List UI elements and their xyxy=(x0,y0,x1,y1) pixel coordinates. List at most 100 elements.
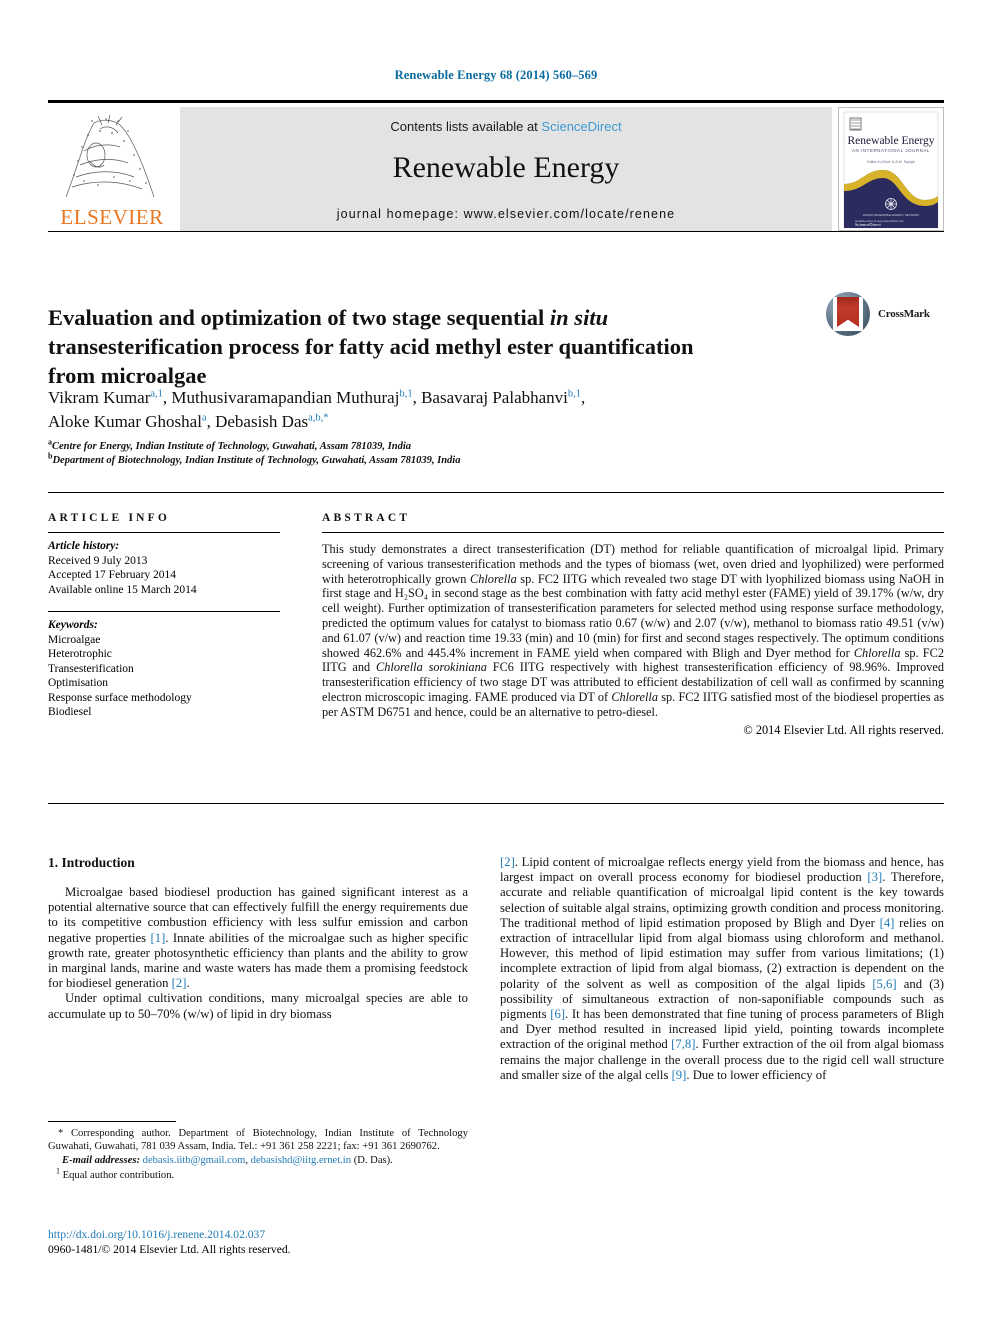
masthead-center-panel: Contents lists available at ScienceDirec… xyxy=(180,107,832,231)
keyword-item: Transesterification xyxy=(48,662,134,675)
author-affil-marker[interactable]: a,1 xyxy=(150,388,163,400)
elsevier-wordmark: ELSEVIER xyxy=(60,205,164,229)
intro-paragraph-2-continued: [2]. Lipid content of microalgae reflect… xyxy=(500,855,944,1083)
keywords-label: Keywords: xyxy=(48,619,98,631)
abstract-body: This study demonstrates a direct transes… xyxy=(322,542,944,720)
abstract-copyright: © 2014 Elsevier Ltd. All rights reserved… xyxy=(743,722,944,737)
affiliation-list: aCentre for Energy, Indian Institute of … xyxy=(48,438,808,468)
citation-ref[interactable]: [2] xyxy=(500,855,515,869)
citation-ref[interactable]: [7,8] xyxy=(671,1037,695,1051)
citation-ref[interactable]: [9] xyxy=(672,1068,687,1082)
citation-ref[interactable]: [4] xyxy=(880,916,895,930)
keyword-item: Microalgae xyxy=(48,633,101,646)
affiliation-text: Centre for Energy, Indian Institute of T… xyxy=(52,441,412,452)
author-sep: , xyxy=(581,388,586,407)
abstract-column: ABSTRACT This study demonstrates a direc… xyxy=(322,512,944,738)
keyword-item: Biodiesel xyxy=(48,706,92,718)
affiliation-item: aCentre for Energy, Indian Institute of … xyxy=(48,438,808,454)
journal-masthead: ELSEVIER Contents lists available at Sci… xyxy=(48,100,944,232)
footnote-separator-rule xyxy=(48,1121,176,1122)
body-column-left: 1. Introduction Microalgae based biodies… xyxy=(48,855,468,1022)
author-name: Vikram Kumar xyxy=(48,388,151,407)
intro-paragraph-1: Microalgae based biodiesel production ha… xyxy=(48,885,468,991)
article-history-item: Received 9 July 2013 xyxy=(48,554,148,567)
article-info-rule xyxy=(48,532,280,533)
email-link-1[interactable]: debasis.iitb@gmail.com xyxy=(143,1155,246,1166)
section-heading-introduction: 1. Introduction xyxy=(48,855,135,870)
keywords-rule xyxy=(48,611,280,612)
svg-text:AN INTERNATIONAL JOURNAL: AN INTERNATIONAL JOURNAL xyxy=(852,148,930,153)
abstract-italic-species: Chlorella xyxy=(470,571,517,586)
citation-ref[interactable]: [6] xyxy=(550,1007,565,1021)
paragraph-text: Under optimal cultivation conditions, ma… xyxy=(48,991,468,1021)
author-name: Debasish Das xyxy=(215,412,309,431)
abstract-italic-species: Chlorella xyxy=(853,645,901,660)
author-name: Muthusivaramapandian Muthuraj xyxy=(171,388,400,407)
keyword-item: Heterotrophic xyxy=(48,648,112,660)
elsevier-tree-icon xyxy=(54,111,166,199)
crossmark-circle-icon xyxy=(826,292,870,336)
article-info-column: ARTICLE INFO Article history: Received 9… xyxy=(48,512,280,720)
sciencedirect-link[interactable]: ScienceDirect xyxy=(541,119,621,134)
email-link-2[interactable]: debasishd@iitg.ernet.in xyxy=(251,1155,351,1166)
doi-link[interactable]: http://dx.doi.org/10.1016/j.renene.2014.… xyxy=(48,1228,468,1243)
citation-ref[interactable]: [2] xyxy=(172,976,187,990)
author-name: Basavaraj Palabhanvi xyxy=(421,388,568,407)
abstract-heading: ABSTRACT xyxy=(322,512,411,524)
title-segment-1: Evaluation and optimization of two stage… xyxy=(48,305,550,331)
abstract-rule xyxy=(322,532,944,533)
body-column-right: [2]. Lipid content of microalgae reflect… xyxy=(500,855,944,1083)
email-addresses-label: E-mail addresses: xyxy=(62,1155,140,1167)
svg-text:Editor-in-Chief: A.A.M. Sayigh: Editor-in-Chief: A.A.M. Sayigh xyxy=(867,160,915,164)
equal-contribution-note: 1 Equal author contribution. xyxy=(48,1166,468,1182)
article-history-item: Available online 15 March 2014 xyxy=(48,583,197,596)
doi-and-issn-block: http://dx.doi.org/10.1016/j.renene.2014.… xyxy=(48,1228,468,1257)
contents-available-line: Contents lists available at ScienceDirec… xyxy=(180,119,832,134)
equal-contribution-marker: 1 xyxy=(56,1166,60,1176)
title-segment-3: from microalgae xyxy=(48,363,207,389)
abstract-italic-species: Chlorella sorokiniana xyxy=(376,660,487,675)
journal-article-page: Renewable Energy 68 (2014) 560–569 ELSEV… xyxy=(0,0,992,1323)
author-sep: , xyxy=(412,388,422,407)
paragraph-text: . xyxy=(186,976,190,991)
keywords-block: Keywords: Microalgae Heterotrophic Trans… xyxy=(48,618,280,720)
svg-text:Renewable Energy: Renewable Energy xyxy=(848,135,935,147)
corresponding-author-note: * Corresponding author. Department of Bi… xyxy=(48,1128,468,1153)
paragraph-text: . Due to lower efficiency of xyxy=(686,1067,827,1082)
email-addresses-note: E-mail addresses: debasis.iitb@gmail.com… xyxy=(48,1154,468,1167)
svg-text:WORLD RENEWABLE ENERGY NETWORK: WORLD RENEWABLE ENERGY NETWORK xyxy=(863,213,919,217)
article-history-block: Article history: Received 9 July 2013 Ac… xyxy=(48,539,280,597)
citation-ref[interactable]: [3] xyxy=(867,870,882,884)
article-history-item: Accepted 17 February 2014 xyxy=(48,569,177,581)
citation-ref[interactable]: [5,6] xyxy=(872,977,896,991)
running-head: Renewable Energy 68 (2014) 560–569 xyxy=(394,68,598,82)
email-suffix: (D. Das). xyxy=(351,1155,393,1167)
journal-cover-thumbnail[interactable]: Renewable Energy AN INTERNATIONAL JOURNA… xyxy=(838,107,944,231)
elsevier-logo: ELSEVIER xyxy=(48,107,176,231)
author-affil-marker[interactable]: a,b,* xyxy=(308,412,328,424)
issn-copyright-line: 0960-1481/© 2014 Elsevier Ltd. All right… xyxy=(48,1242,291,1256)
crossmark-label: CrossMark xyxy=(878,308,930,320)
keyword-item: Response surface methodology xyxy=(48,691,192,704)
journal-homepage-link[interactable]: journal homepage: www.elsevier.com/locat… xyxy=(180,207,832,221)
abstract-italic-species: Chlorella xyxy=(611,689,658,704)
intro-paragraph-2: Under optimal cultivation conditions, ma… xyxy=(48,991,468,1021)
keyword-item: Optimisation xyxy=(48,677,109,689)
page-title: Evaluation and optimization of two stage… xyxy=(48,303,808,390)
contents-prefix-text: Contents lists available at xyxy=(390,119,542,134)
crossmark-badge[interactable]: CrossMark xyxy=(826,292,944,338)
info-band-top-rule xyxy=(48,492,944,493)
author-affil-marker[interactable]: b,1 xyxy=(399,388,412,400)
affiliation-item: bDepartment of Biotechnology, Indian Ins… xyxy=(48,452,808,468)
author-sep: , xyxy=(206,412,216,431)
author-list: Vikram Kumara,1, Muthusivaramapandian Mu… xyxy=(48,386,808,434)
citation-ref[interactable]: [1] xyxy=(151,931,166,945)
title-segment-2: transesterification process for fatty ac… xyxy=(48,334,694,360)
title-italic-in-situ: in situ xyxy=(549,305,609,331)
svg-text:ScienceDirect: ScienceDirect xyxy=(855,222,881,227)
footnote-block: * Corresponding author. Department of Bi… xyxy=(48,1127,468,1182)
author-name: Aloke Kumar Ghoshal xyxy=(48,412,202,431)
article-history-label: Article history: xyxy=(48,540,120,552)
author-affil-marker[interactable]: b,1 xyxy=(568,388,581,400)
affiliation-text: Department of Biotechnology, Indian Inst… xyxy=(52,454,461,466)
